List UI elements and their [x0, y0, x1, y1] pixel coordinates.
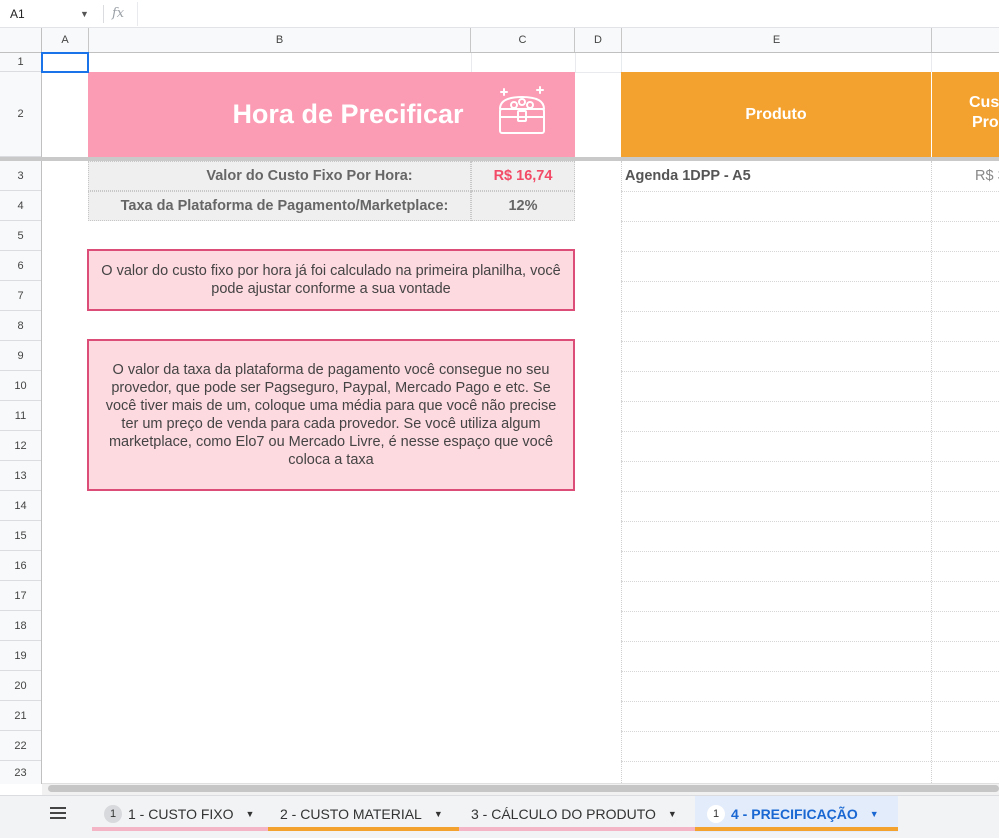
taxa-value[interactable]: 12% — [471, 191, 575, 221]
note-taxa-text: O valor da taxa da plataforma de pagamen… — [105, 362, 557, 468]
produto-header[interactable]: Produto — [621, 72, 931, 157]
page-title: Hora de Precificar — [232, 99, 464, 129]
taxa-label[interactable]: Taxa da Plataforma de Pagamento/Marketpl… — [88, 191, 471, 221]
grid-line — [621, 401, 999, 402]
product-name-cell[interactable]: Agenda 1DPP - A5 — [625, 161, 925, 191]
horizontal-scrollbar-thumb[interactable] — [48, 785, 999, 792]
row-header[interactable]: 11 — [0, 401, 41, 431]
grid-line — [621, 551, 999, 552]
chevron-down-icon[interactable]: ▼ — [870, 809, 879, 819]
grid-line — [931, 53, 932, 72]
row-header[interactable]: 3 — [0, 161, 41, 191]
tab-label: 1 - CUSTO FIXO — [128, 806, 234, 822]
grid-line — [621, 701, 999, 702]
row-header[interactable]: 13 — [0, 461, 41, 491]
row-header[interactable]: 15 — [0, 521, 41, 551]
note-custo-fixo[interactable]: O valor do custo fixo por hora já foi ca… — [87, 249, 575, 311]
row-header[interactable]: 5 — [0, 221, 41, 251]
grid-line — [621, 641, 999, 642]
grid-line — [621, 671, 999, 672]
grid-line — [621, 191, 999, 192]
chevron-down-icon[interactable]: ▼ — [434, 809, 443, 819]
grid-line — [621, 53, 622, 72]
formula-bar-divider — [103, 5, 104, 23]
custo-produto-header[interactable]: Custo Produto — [932, 72, 999, 157]
grid-line — [621, 521, 999, 522]
note-taxa-plataforma[interactable]: O valor da taxa da plataforma de pagamen… — [87, 339, 575, 491]
custo-header-line2: Produto — [972, 114, 999, 131]
column-header-c[interactable]: C — [471, 28, 575, 52]
grid-line — [621, 311, 999, 312]
select-all-corner[interactable] — [0, 28, 42, 53]
selected-cell-a1[interactable] — [41, 52, 89, 73]
grid-line — [471, 53, 472, 72]
row-header[interactable]: 23 — [0, 761, 41, 784]
row-header[interactable]: 17 — [0, 581, 41, 611]
grid-line — [621, 431, 999, 432]
grid-line — [621, 731, 999, 732]
name-box-dropdown-icon[interactable]: ▼ — [80, 2, 92, 26]
row-header[interactable]: 10 — [0, 371, 41, 401]
grid-line — [575, 53, 576, 72]
grid-line — [931, 161, 932, 783]
row-header[interactable]: 18 — [0, 611, 41, 641]
column-header-d[interactable]: D — [575, 28, 622, 52]
tab-color-underline — [695, 827, 898, 831]
row-header[interactable]: 14 — [0, 491, 41, 521]
treasure-chest-icon — [499, 86, 545, 134]
grid-line — [621, 281, 999, 282]
tab-color-underline — [459, 827, 695, 831]
row-header[interactable]: 12 — [0, 431, 41, 461]
row-header[interactable]: 20 — [0, 671, 41, 701]
tab-notification-badge: 1 — [104, 805, 122, 823]
chevron-down-icon[interactable]: ▼ — [246, 809, 255, 819]
row-header[interactable]: 8 — [0, 311, 41, 341]
column-header-a[interactable]: A — [42, 28, 89, 52]
tab-label: 4 - PRECIFICAÇÃO — [731, 806, 858, 822]
grid-line — [621, 581, 999, 582]
row-header[interactable]: 16 — [0, 551, 41, 581]
product-cost-cell[interactable]: R$ 3 — [932, 161, 999, 191]
row-header[interactable]: 21 — [0, 701, 41, 731]
grid-line — [621, 341, 999, 342]
row-header[interactable]: 19 — [0, 641, 41, 671]
tab-label: 3 - CÁLCULO DO PRODUTO — [471, 806, 656, 822]
column-header-b[interactable]: B — [89, 28, 471, 52]
grid-line — [621, 491, 999, 492]
tab-notification-badge: 1 — [707, 805, 725, 823]
grid-line — [621, 371, 999, 372]
row-header[interactable]: 6 — [0, 251, 41, 281]
row-header[interactable]: 1 — [0, 53, 41, 72]
row-header[interactable]: 9 — [0, 341, 41, 371]
grid-line — [621, 761, 999, 762]
row-header[interactable]: 22 — [0, 731, 41, 761]
row-header[interactable]: 2 — [0, 72, 41, 157]
row-header[interactable]: 7 — [0, 281, 41, 311]
grid-line — [621, 251, 999, 252]
column-header-e[interactable]: E — [622, 28, 932, 52]
column-header-f[interactable] — [932, 28, 999, 52]
tab-color-underline — [268, 827, 459, 831]
grid-line — [621, 461, 999, 462]
chevron-down-icon[interactable]: ▼ — [668, 809, 677, 819]
grid-line — [621, 161, 622, 783]
column-headers: A B C D E — [0, 28, 999, 53]
custo-fixo-label[interactable]: Valor do Custo Fixo Por Hora: — [88, 161, 471, 191]
grid-line — [575, 72, 621, 73]
row-header[interactable]: 4 — [0, 191, 41, 221]
tab-color-underline — [92, 827, 268, 831]
custo-header-line1: Custo — [969, 94, 999, 111]
grid-line — [621, 221, 999, 222]
row-headers: 1 2 3 4 5 6 7 8 9 10 11 12 13 14 15 16 1… — [0, 53, 42, 784]
custo-fixo-value[interactable]: R$ 16,74 — [471, 161, 575, 191]
formula-input[interactable] — [137, 2, 999, 26]
all-sheets-menu-icon[interactable] — [48, 804, 68, 822]
note-custo-fixo-text: O valor do custo fixo por hora já foi ca… — [101, 263, 561, 297]
fx-icon: fx — [112, 6, 125, 21]
tab-label: 2 - CUSTO MATERIAL — [280, 806, 422, 822]
grid-line — [621, 611, 999, 612]
